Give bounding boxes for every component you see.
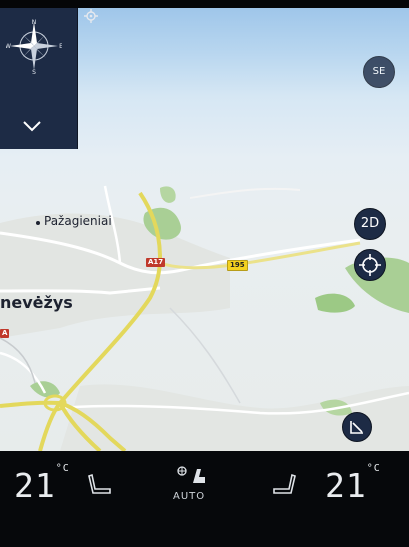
climate-bar: 21°C AUTO 21°C [0, 451, 409, 547]
passenger-temperature[interactable]: 21°C [325, 463, 381, 505]
driver-temperature[interactable]: 21°C [14, 463, 70, 505]
orientation-button[interactable]: SE [363, 56, 395, 88]
seat-heat-icon[interactable] [270, 473, 296, 495]
green-area [315, 293, 355, 313]
road-shield-195: 195 [227, 260, 248, 271]
recenter-button[interactable] [354, 249, 386, 281]
route-arrow-icon [350, 421, 363, 434]
passenger-temp-value: 21 [325, 466, 367, 505]
road-shield-a17: A17 [146, 258, 166, 267]
compass-rose-icon: N S E W [6, 19, 62, 74]
road-shield-left: A [0, 329, 9, 338]
green-area [160, 186, 176, 203]
chevron-down-icon[interactable] [22, 116, 42, 136]
driver-temp-value: 21 [14, 466, 56, 505]
car-infotainment-screen: Pažagieniai nevėžys A17 195 A N S E W SE… [0, 0, 409, 547]
minor-road [169, 307, 241, 404]
route-button[interactable] [342, 412, 372, 442]
svg-text:E: E [59, 43, 62, 50]
temp-unit: °C [55, 463, 70, 474]
place-label-town: Pažagieniai [44, 214, 112, 228]
compass-panel[interactable]: N S E W [0, 8, 78, 149]
view-mode-button[interactable]: 2D [354, 208, 386, 240]
svg-text:S: S [32, 69, 36, 74]
crosshair-icon [359, 254, 381, 276]
gps-crosshair-icon [84, 9, 98, 23]
seat-heat-icon[interactable] [88, 473, 114, 495]
fan-icon[interactable] [175, 463, 209, 487]
svg-text:N: N [32, 19, 37, 26]
town-dot [36, 221, 40, 225]
svg-text:W: W [6, 43, 11, 50]
minor-road [189, 187, 301, 199]
climate-auto-label[interactable]: AUTO [173, 491, 205, 502]
temp-unit: °C [366, 463, 381, 474]
place-label-city: nevėžys [0, 293, 73, 312]
